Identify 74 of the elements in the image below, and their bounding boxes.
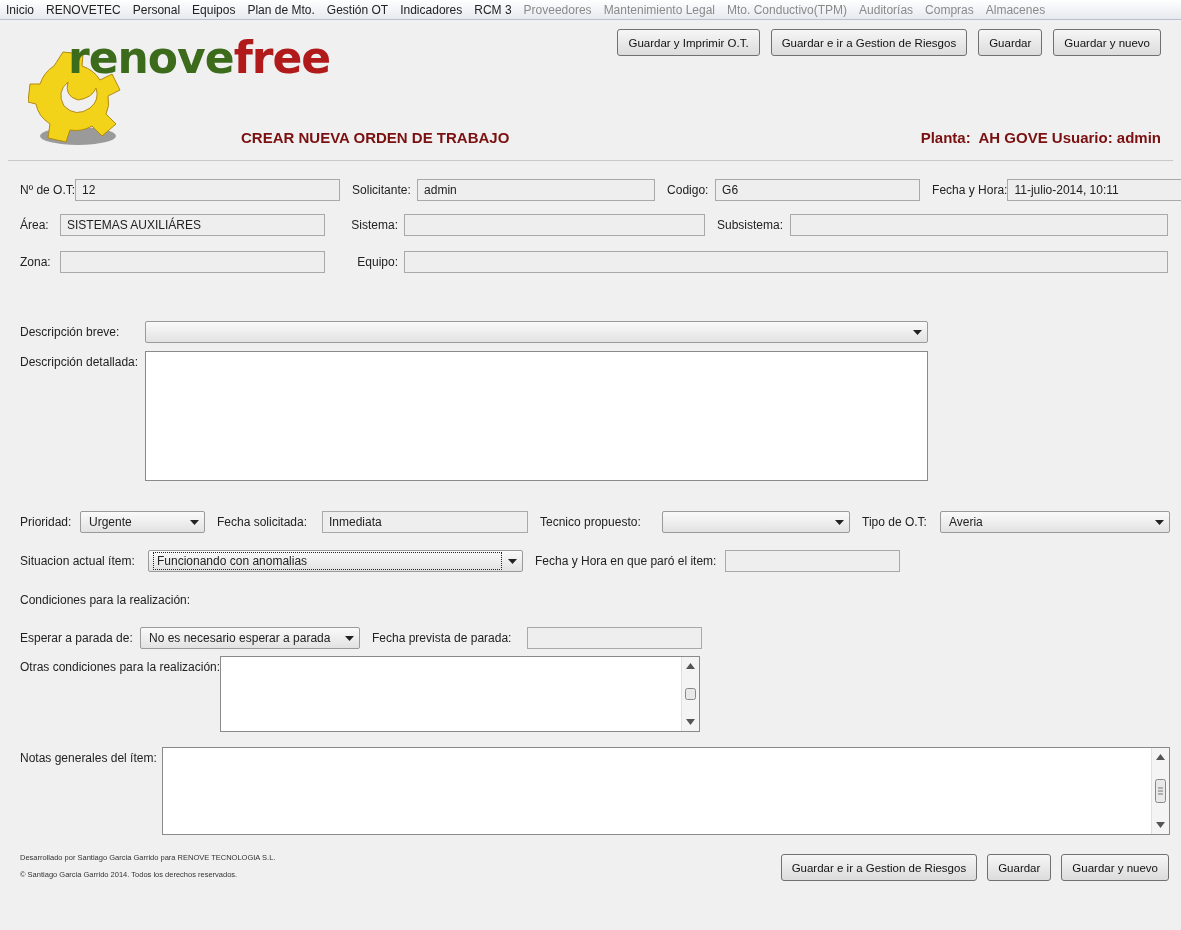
dropdown[interactable] <box>662 511 850 533</box>
menu-item[interactable]: RENOVETEC <box>46 2 121 17</box>
field-label: Área: <box>20 216 50 234</box>
field-label: Sistema: <box>350 217 399 234</box>
menu-item[interactable]: Plan de Mto. <box>247 2 315 17</box>
text-area[interactable] <box>220 656 701 732</box>
text-field[interactable]: Inmediata <box>322 511 528 533</box>
scroll-down-icon[interactable] <box>1156 822 1165 828</box>
field-label: Tipo de O.T: <box>861 514 928 531</box>
footer-button[interactable]: Guardar e ir a Gestion de Riesgos <box>780 854 978 881</box>
field-label: Codigo: <box>666 182 710 199</box>
dropdown-arrow-icon <box>913 329 922 335</box>
field-label: Fecha prevista de parada: <box>371 630 513 647</box>
text-field[interactable] <box>527 627 702 649</box>
field-label: Fecha y Hora: <box>931 182 1008 199</box>
dropdown[interactable] <box>145 321 928 343</box>
scroll-down-icon[interactable] <box>686 719 696 725</box>
text-field[interactable] <box>725 550 900 572</box>
field-label: Fecha solicitada: <box>216 514 309 531</box>
toolbar-button[interactable]: Guardar y nuevo <box>1053 29 1161 56</box>
logo-wordmark: renovefree <box>68 32 331 83</box>
menu-item[interactable]: Equipos <box>192 2 236 17</box>
toolbar-button[interactable]: Guardar <box>978 29 1043 56</box>
field-label: Descripción breve: <box>20 324 121 341</box>
footer-button[interactable]: Guardar <box>987 854 1052 881</box>
scroll-up-icon[interactable] <box>686 663 696 669</box>
field-label: Otras condiciones para la realización: <box>20 659 221 676</box>
field-label: Situacion actual ítem: <box>20 553 136 570</box>
dropdown-arrow-icon <box>1155 519 1164 525</box>
dropdown-arrow-icon <box>345 635 354 641</box>
menu-item[interactable]: Indicadores <box>400 2 463 17</box>
text-field[interactable]: G6 <box>715 179 921 201</box>
dropdown-arrow-icon <box>835 519 844 525</box>
field-label: Tecnico propuesto: <box>539 514 642 531</box>
menu-item[interactable]: RCM 3 <box>474 2 512 17</box>
dropdown[interactable]: Urgente <box>80 511 205 533</box>
toolbar-button[interactable]: Guardar y Imprimir O.T. <box>617 29 760 56</box>
dropdown[interactable]: Funcionando con anomalias <box>148 550 523 572</box>
scroll-thumb[interactable] <box>685 688 697 700</box>
scroll-up-icon[interactable] <box>1156 754 1165 760</box>
text-field[interactable] <box>790 214 1168 236</box>
menu-item[interactable]: Inicio <box>6 2 34 17</box>
field-label: Subsistema: <box>716 217 785 234</box>
dropdown[interactable]: Averia <box>940 511 1170 533</box>
menu-item[interactable]: Personal <box>132 2 181 17</box>
scroll-thumb[interactable] <box>1155 779 1166 803</box>
plant-user-info: Planta: AH GOVE Usuario: admin <box>920 129 1161 146</box>
menu-item[interactable]: Gestión OT <box>326 2 389 17</box>
field-label: Esperar a parada de: <box>20 630 134 647</box>
field-label: Solicitante: <box>351 182 412 199</box>
field-label: Prioridad: <box>20 514 73 531</box>
text-field[interactable]: 11-julio-2014, 10:11 <box>1007 179 1181 201</box>
field-label: Descripción detallada: <box>20 354 140 371</box>
dropdown-arrow-icon <box>508 558 517 564</box>
dropdown[interactable]: No es necesario esperar a parada <box>140 627 360 649</box>
text-field[interactable]: admin <box>417 179 656 201</box>
field-label: Nº de O.T: <box>20 182 76 199</box>
scrollbar[interactable] <box>681 657 700 731</box>
field-label: Condiciones para la realización: <box>20 592 192 609</box>
toolbar-button[interactable]: Guardar e ir a Gestion de Riesgos <box>770 29 968 56</box>
text-field[interactable]: SISTEMAS AUXILIÁRES <box>60 214 325 236</box>
footer-button[interactable]: Guardar y nuevo <box>1061 854 1169 881</box>
page-title: CREAR NUEVA ORDEN DE TRABAJO <box>241 129 510 146</box>
field-label: Zona: <box>20 254 52 271</box>
field-label: Equipo: <box>356 254 399 271</box>
dropdown-arrow-icon <box>190 519 199 525</box>
text-field[interactable]: 12 <box>75 179 341 201</box>
text-field[interactable] <box>404 214 705 236</box>
text-field[interactable] <box>404 251 1168 273</box>
text-area[interactable] <box>162 747 1170 835</box>
text-field[interactable] <box>60 251 325 273</box>
scrollbar[interactable] <box>1151 748 1169 834</box>
field-label: Notas generales del ítem: <box>20 750 158 767</box>
field-label: Fecha y Hora en que paró el item: <box>534 553 718 570</box>
